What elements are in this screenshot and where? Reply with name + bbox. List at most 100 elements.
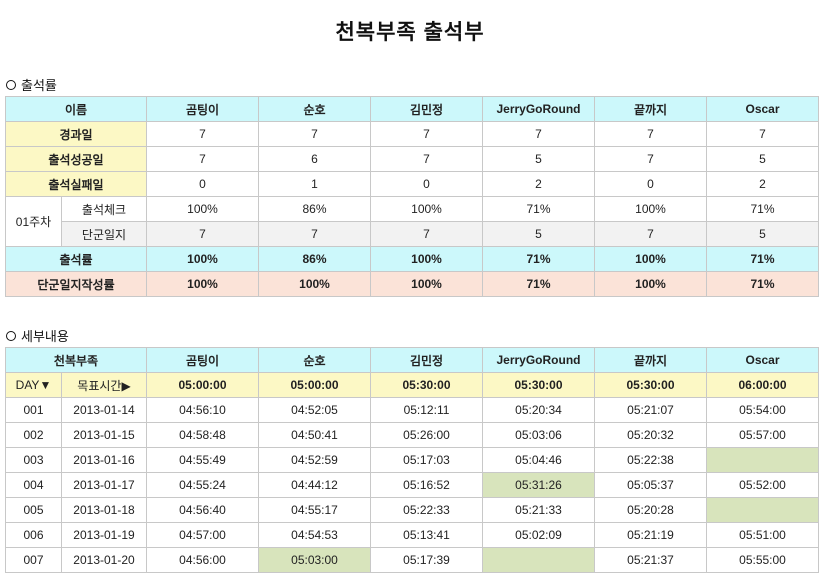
attendance-time-cell: 05:21:33 [482,497,595,523]
circle-bullet-icon [6,79,16,90]
day-date: 2013-01-15 [61,422,147,448]
day-date: 2013-01-18 [61,497,147,523]
success-days-row-label: 출석성공일 [5,146,147,172]
elapsed-days-row-value: 7 [482,121,595,147]
day-number: 004 [5,472,62,498]
day-row: 001 2013-01-14 04:56:10 04:52:05 05:12:11 05:… [5,397,819,423]
success-days-row-value: 7 [594,146,707,172]
elapsed-days-row-value: 7 [594,121,707,147]
detail-table: 천복부족 곰팅이 순호 김민정 JerryGoRound 끝까지 Oscar DAY▼ 목표시간… [5,347,819,573]
missed-time-cell: 05:31:26 [482,472,595,498]
attendance-time-cell: 04:55:49 [146,447,259,473]
detail-section-label: 세부내용 [21,329,69,344]
attendance-time-cell: 05:04:46 [482,447,595,473]
diary-row: 단군일지 7 7 7 5 7 5 [6,221,819,247]
attendance-rate-value: 71% [706,246,819,272]
attendance-time-cell: 04:55:24 [146,472,259,498]
attendance-time-cell: 05:54:00 [706,397,819,423]
circle-bullet-icon [6,330,16,341]
attendance-time-cell: 05:02:09 [482,522,595,548]
attendance-time-cell: 05:17:39 [370,547,483,573]
elapsed-days-row-value: 7 [370,121,483,147]
name-header: 이름 [5,96,147,122]
member-name-header: JerryGoRound [482,347,595,373]
diary-value: 7 [146,221,259,247]
attendance-time-cell: 05:21:07 [594,397,707,423]
elapsed-days-row-value: 7 [146,121,259,147]
member-name-header: 곰팅이 [146,96,259,122]
member-name-header: 끝까지 [594,347,707,373]
day-number: 002 [5,422,62,448]
summary-section-label: 출석률 [21,78,57,93]
fail-days-row-value: 0 [370,171,483,197]
day-date: 2013-01-16 [61,447,147,473]
target-time-label: 목표시간▶ [61,372,147,398]
attendance-time-cell: 04:55:17 [258,497,371,523]
fail-days-row: 출석실패일 0 1 0 2 0 2 [5,171,819,197]
attendance-time-cell: 05:16:52 [370,472,483,498]
elapsed-days-row-label: 경과일 [5,121,147,147]
day-row: 005 2013-01-18 04:56:40 04:55:17 05:22:33 05:… [5,497,819,523]
diary-rate-value: 71% [706,271,819,297]
target-time-value: 05:30:00 [370,372,483,398]
page-title: 천복부족 출석부 [335,21,485,44]
day-date: 2013-01-14 [61,397,147,423]
day-row: 003 2013-01-16 04:55:49 04:52:59 05:17:03 05:… [5,447,819,473]
success-days-row-value: 5 [706,146,819,172]
day-number: 006 [5,522,62,548]
tribe-header: 천복부족 [5,347,147,373]
member-name-header: 끝까지 [594,96,707,122]
summary-section-title: 출석률 [6,75,57,94]
attendance-rate-row: 출석률 100% 86% 100% 71% 100% 71% [5,246,819,272]
elapsed-days-row-value: 7 [706,121,819,147]
summary-table: 이름 곰팅이 순호 김민정 JerryGoRound 끝까지 Oscar 경과일 7 7 7 7 7 7 출… [5,96,819,297]
day-date: 2013-01-17 [61,472,147,498]
attendance-time-cell: 05:21:37 [594,547,707,573]
attendance-time-cell: 05:20:28 [594,497,707,523]
fail-days-row-value: 1 [258,171,371,197]
attendance-time-cell: 05:05:37 [594,472,707,498]
day-number: 005 [5,497,62,523]
diary-value: 7 [370,221,483,247]
diary-label: 단군일지 [61,221,147,247]
attendance-time-cell: 05:21:19 [594,522,707,548]
attendance-time-cell: 04:52:05 [258,397,371,423]
attendance-time-cell: 05:17:03 [370,447,483,473]
day-row: 002 2013-01-15 04:58:48 04:50:41 05:26:00 05:… [5,422,819,448]
detail-header-row: 천복부족 곰팅이 순호 김민정 JerryGoRound 끝까지 Oscar [5,347,819,373]
attendance-check-value: 71% [706,196,819,222]
missed-time-cell [482,547,595,573]
day-number: 007 [5,547,62,573]
attendance-time-cell: 04:56:00 [146,547,259,573]
fail-days-row-value: 2 [706,171,819,197]
fail-days-row-value: 2 [482,171,595,197]
day-number: 001 [5,397,62,423]
success-days-row-value: 5 [482,146,595,172]
attendance-check-row: 01주차 출석체크 100% 86% 100% 71% 100% 71% [5,196,819,247]
attendance-time-cell: 05:22:38 [594,447,707,473]
missed-time-cell [706,447,819,473]
day-date: 2013-01-19 [61,522,147,548]
week-label: 01주차 [5,196,62,247]
attendance-rate-value: 100% [594,246,707,272]
missed-time-cell: 05:03:00 [258,547,371,573]
member-name-header: Oscar [706,347,819,373]
attendance-time-cell: 05:51:00 [706,522,819,548]
fail-days-row-value: 0 [146,171,259,197]
diary-rate-label: 단군일지작성률 [5,271,147,297]
success-days-row-value: 6 [258,146,371,172]
attendance-time-cell: 04:52:59 [258,447,371,473]
day-number: 003 [5,447,62,473]
attendance-time-cell: 05:12:11 [370,397,483,423]
day-row: 006 2013-01-19 04:57:00 04:54:53 05:13:41 05:… [5,522,819,548]
success-days-row: 출석성공일 7 6 7 5 7 5 [5,146,819,172]
target-time-value: 06:00:00 [706,372,819,398]
diary-value: 7 [258,221,371,247]
attendance-time-cell: 04:56:40 [146,497,259,523]
target-time-value: 05:00:00 [258,372,371,398]
attendance-check-value: 100% [370,196,483,222]
attendance-rate-value: 100% [370,246,483,272]
attendance-check-label: 출석체크 [61,196,147,222]
member-name-header: 순호 [258,347,371,373]
detail-section-title: 세부내용 [6,326,69,345]
